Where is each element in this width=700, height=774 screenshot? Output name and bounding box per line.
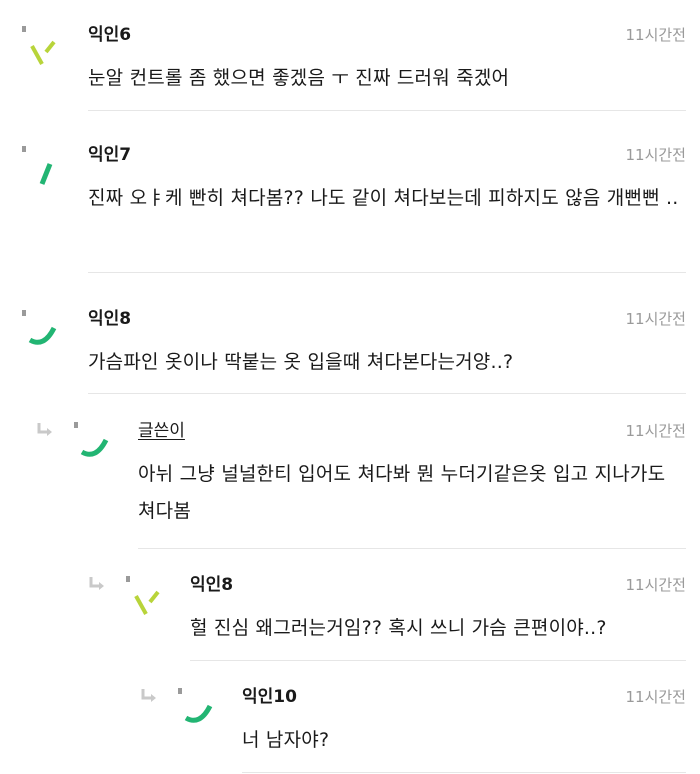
anon-avatar-arc-icon[interactable] [178,686,222,730]
comment-author[interactable]: 익인8 [190,574,233,596]
reply-arrow-icon [88,576,106,592]
reply-item: 글쓴이 11시간전 아뉘 그냥 널널한티 입어도 쳐다봐 뭔 누더기같은옷 입고… [36,420,686,550]
comment-divider [138,548,686,549]
anon-avatar-arc-icon[interactable] [22,308,66,352]
comment-text: 너 남자야? [242,729,330,751]
comment-time: 11시간전 [625,310,687,328]
comment-author[interactable]: 익인10 [242,686,297,708]
anon-avatar-arc-icon[interactable] [74,420,118,464]
reply-arrow-icon [36,422,54,438]
comment-text: 진짜 오ㅑ케 빤히 쳐다봄?? 나도 같이 쳐다보는데 피하지도 않음 개뻔뻔 … [88,187,679,209]
comment-divider [88,110,686,111]
comment-text: 눈알 컨트롤 좀 했으면 좋겠음 ㅜ 진짜 드러워 죽겠어 [88,67,510,89]
comment-author[interactable]: 익인7 [88,144,131,166]
comment-divider [88,272,686,273]
anon-avatar-slashes-icon[interactable] [22,24,66,68]
reply-arrow-icon [140,688,158,704]
comment-text: 가슴파인 옷이나 딱붙는 옷 입을때 쳐다본다는거양..? [88,351,514,373]
comment-text: 아뉘 그냥 널널한티 입어도 쳐다봐 뭔 누더기같은옷 입고 지나가도 쳐다봄 [138,463,666,522]
comment-time: 11시간전 [625,146,687,164]
comment-time: 11시간전 [625,26,687,44]
comment-author[interactable]: 익인6 [88,24,131,46]
reply-item: 익인10 11시간전 너 남자야? [140,686,686,774]
comment-author-writer[interactable]: 글쓴이 [138,420,185,442]
comment-divider [190,660,686,661]
comment-divider [242,772,686,773]
comment-item: 익인7 11시간전 진짜 오ㅑ케 빤히 쳐다봄?? 나도 같이 쳐다보는데 피하… [22,144,686,274]
reply-item: 익인8 11시간전 헐 진심 왜그러는거임?? 혹시 쓰니 가슴 큰편이야..? [88,574,686,662]
comment-item: 익인8 11시간전 가슴파인 옷이나 딱붙는 옷 입을때 쳐다본다는거양..? [22,308,686,394]
comment-author[interactable]: 익인8 [88,308,131,330]
comment-item: 익인6 11시간전 눈알 컨트롤 좀 했으면 좋겠음 ㅜ 진짜 드러워 죽겠어 [22,24,686,112]
comment-time: 11시간전 [625,576,687,594]
comment-text: 헐 진심 왜그러는거임?? 혹시 쓰니 가슴 큰편이야..? [190,617,607,639]
comment-divider [88,393,686,394]
comment-time: 11시간전 [625,422,687,440]
comment-time: 11시간전 [625,688,687,706]
anon-avatar-slash-icon[interactable] [22,144,66,188]
anon-avatar-slashes-icon[interactable] [126,574,170,618]
